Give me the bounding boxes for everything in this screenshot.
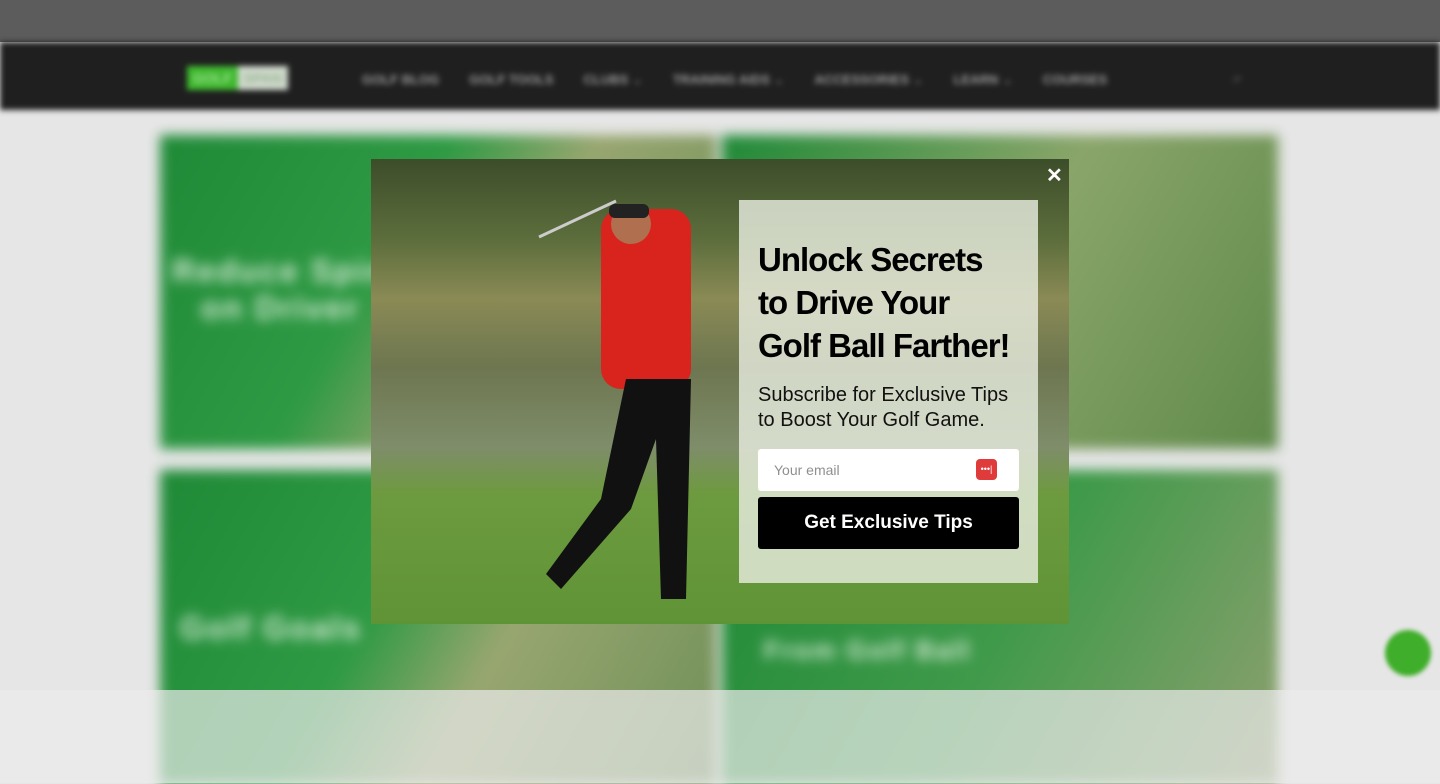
nav-item[interactable]: GOLF BLOG <box>362 72 439 88</box>
nav-item[interactable]: CLUBS <box>584 72 643 88</box>
bottom-ad-area <box>0 690 1440 783</box>
card-title: Reduce Spin on Driver <box>172 253 388 326</box>
site-nav: GOLF SPAN GOLF BLOG GOLF TOOLS CLUBS TRA… <box>0 42 1440 110</box>
modal-subheadline: Subscribe for Exclusive Tips to Boost Yo… <box>758 384 1009 431</box>
modal-headline: Unlock Secrets to Drive Your Golf Ball F… <box>758 241 1011 364</box>
subscribe-panel: Unlock Secrets to Drive Your Golf Ball F… <box>739 200 1038 583</box>
email-field-wrapper: •••| <box>758 449 1019 491</box>
nav-item[interactable]: TRAINING AIDS <box>673 72 785 88</box>
subscribe-modal: Unlock Secrets to Drive Your Golf Ball F… <box>371 159 1069 624</box>
search-icon[interactable]: ⌕ <box>1233 70 1242 88</box>
submit-button[interactable]: Get Exclusive Tips <box>758 497 1019 549</box>
password-manager-icon[interactable]: •••| <box>976 459 997 480</box>
floating-action-button[interactable] <box>1385 630 1431 676</box>
logo-right: SPAN <box>237 66 288 90</box>
nav-item[interactable]: ACCESSORIES <box>814 72 923 88</box>
close-icon[interactable]: ✕ <box>1046 163 1063 188</box>
nav-item[interactable]: LEARN <box>954 72 1013 88</box>
nav-item[interactable]: COURSES <box>1043 72 1107 88</box>
browser-top-bar <box>0 0 1440 42</box>
site-logo[interactable]: GOLF SPAN <box>187 66 288 90</box>
golfer-photo <box>538 199 691 599</box>
nav-item[interactable]: GOLF TOOLS <box>469 72 553 88</box>
card-title: Golf Goals <box>180 610 362 646</box>
card-title: From Golf Ball <box>764 635 972 665</box>
logo-left: GOLF <box>187 66 238 90</box>
